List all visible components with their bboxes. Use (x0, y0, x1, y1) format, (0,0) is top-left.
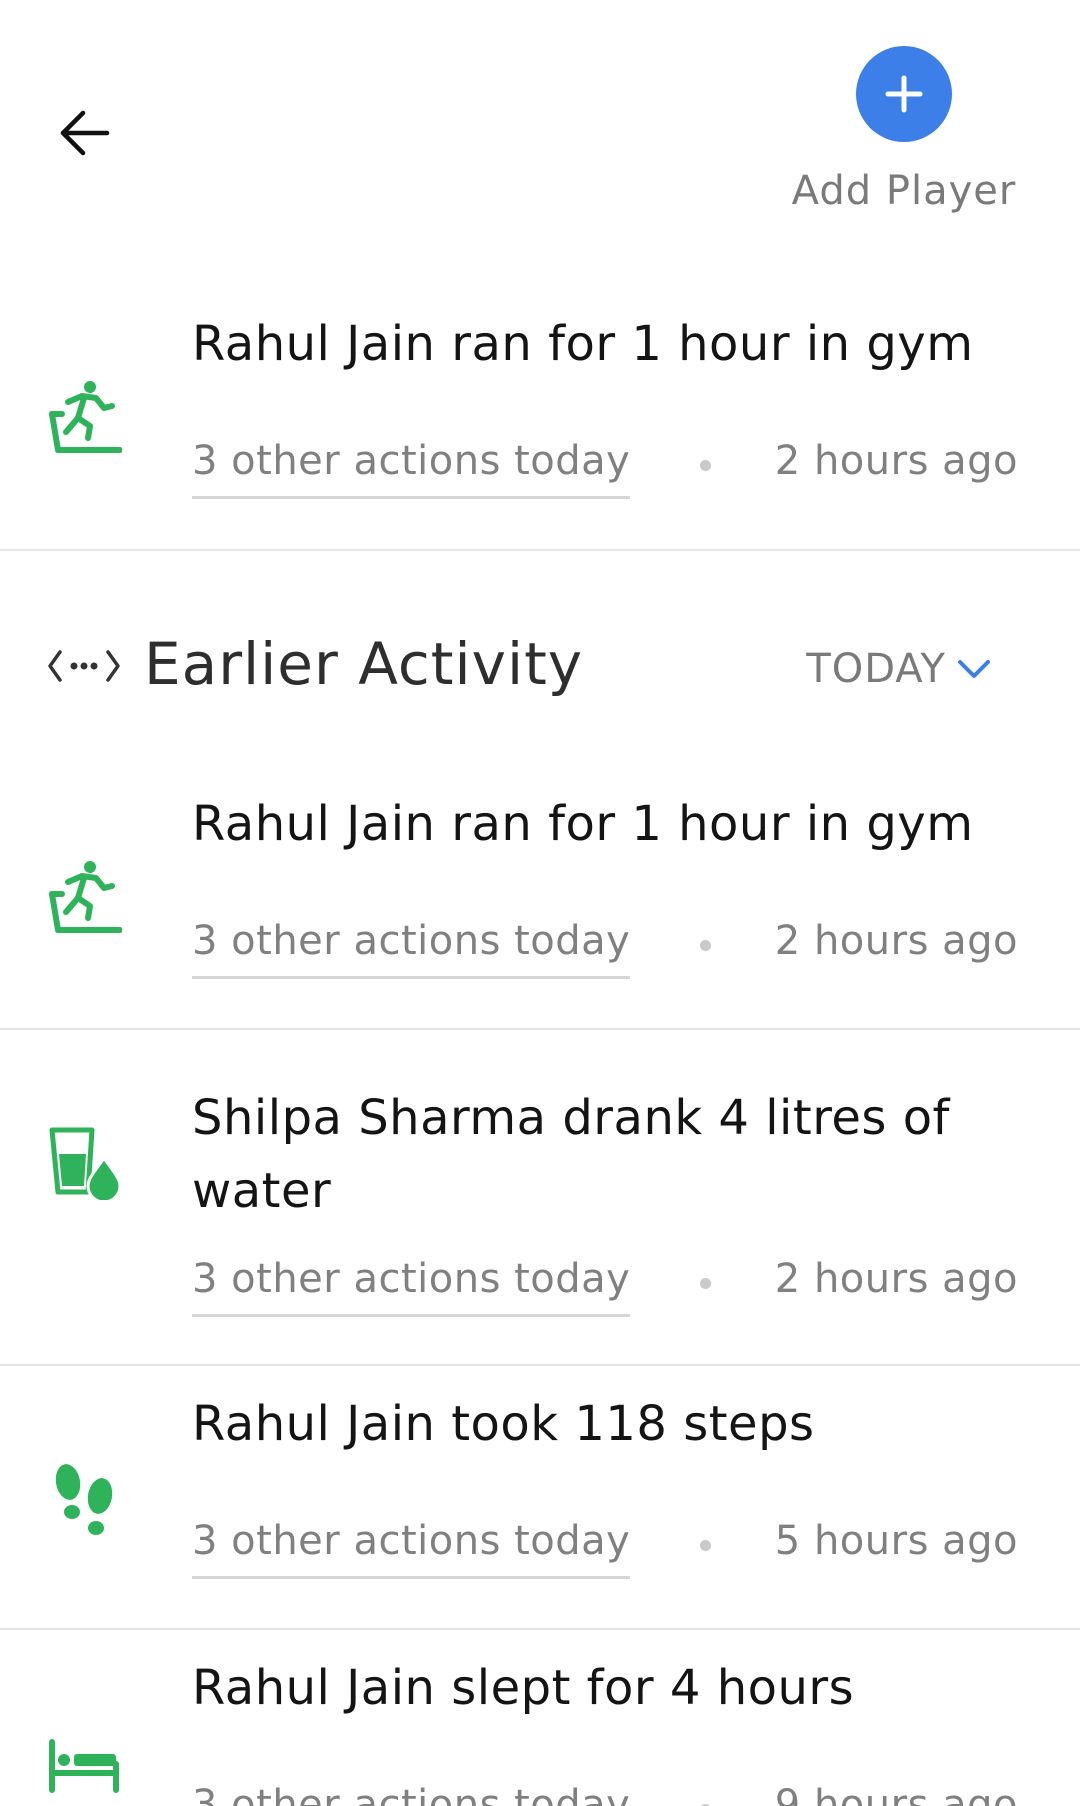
bed-icon (44, 1724, 124, 1804)
add-player-label: Add Player (791, 168, 1017, 214)
ellipsis-code-icon (44, 636, 124, 696)
top-bar: Add Player (0, 0, 1080, 270)
activity-item-run[interactable]: Rahul Jain ran for 1 hour in gym 3 other… (0, 786, 1080, 1030)
other-actions-link[interactable]: 3 other actions today (192, 438, 631, 499)
add-player-circle[interactable] (856, 46, 952, 142)
activity-meta: 3 other actions today 2 hours ago (192, 1256, 1022, 1317)
footsteps-icon (44, 1460, 124, 1540)
separator-dot (700, 1278, 711, 1289)
earlier-activity-header: Earlier Activity TODAY (0, 606, 1080, 726)
add-player-button[interactable]: Add Player (784, 46, 1024, 214)
water-glass-icon (44, 1122, 124, 1202)
separator-dot (700, 460, 711, 471)
activity-meta: 3 other actions today 9 hours ago (192, 1782, 1022, 1806)
activity-title: Rahul Jain slept for 4 hours (192, 1660, 855, 1716)
activity-meta: 3 other actions today 2 hours ago (192, 438, 1022, 499)
latest-activity-item[interactable]: Rahul Jain ran for 1 hour in gym 3 other… (0, 306, 1080, 551)
activity-title: Shilpa Sharma drank 4 litres of water (192, 1090, 950, 1219)
treadmill-run-icon (44, 856, 124, 936)
activity-time: 2 hours ago (774, 438, 1018, 484)
activity-item-water[interactable]: Shilpa Sharma drank 4 litres of water 3 … (0, 1030, 1080, 1366)
plus-icon (885, 75, 923, 113)
other-actions-link[interactable]: 3 other actions today (192, 1518, 631, 1579)
section-title: Earlier Activity (144, 630, 584, 698)
activity-time: 2 hours ago (774, 1256, 1018, 1302)
activity-title: Rahul Jain ran for 1 hour in gym (192, 316, 974, 372)
separator-dot (700, 1540, 711, 1551)
activity-title: Rahul Jain ran for 1 hour in gym (192, 796, 974, 852)
activity-item-steps[interactable]: Rahul Jain took 118 steps 3 other action… (0, 1366, 1080, 1630)
activity-title: Rahul Jain took 118 steps (192, 1396, 815, 1452)
other-actions-link[interactable]: 3 other actions today (192, 918, 631, 979)
date-filter-dropdown[interactable]: TODAY (806, 646, 994, 692)
date-filter-label: TODAY (806, 646, 946, 692)
arrow-left-icon (60, 110, 110, 156)
activity-meta: 3 other actions today 5 hours ago (192, 1518, 1022, 1579)
separator-dot (700, 940, 711, 951)
activity-time: 9 hours ago (774, 1782, 1018, 1806)
back-button[interactable] (52, 100, 118, 166)
treadmill-run-icon (44, 376, 124, 456)
chevron-down-icon (954, 649, 994, 689)
other-actions-link[interactable]: 3 other actions today (192, 1256, 631, 1317)
other-actions-link[interactable]: 3 other actions today (192, 1782, 630, 1806)
activity-meta: 3 other actions today 2 hours ago (192, 918, 1022, 979)
activity-time: 5 hours ago (774, 1518, 1018, 1564)
activity-time: 2 hours ago (774, 918, 1018, 964)
activity-item-sleep[interactable]: Rahul Jain slept for 4 hours 3 other act… (0, 1630, 1080, 1806)
